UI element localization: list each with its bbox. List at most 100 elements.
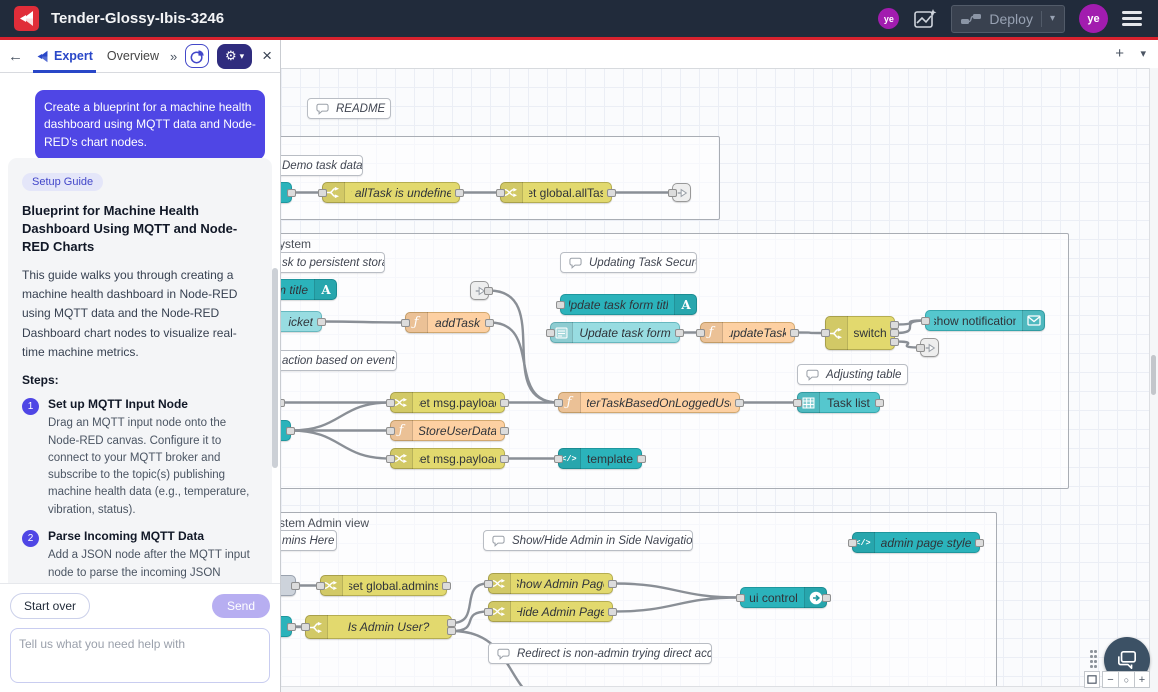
node-showadmin[interactable]: Show Admin Page bbox=[488, 573, 613, 594]
input-port[interactable] bbox=[496, 189, 505, 197]
comment-node[interactable]: README bbox=[307, 98, 391, 119]
input-port[interactable] bbox=[386, 427, 395, 435]
output-port[interactable] bbox=[484, 287, 493, 295]
input-port[interactable] bbox=[696, 329, 705, 337]
output-port[interactable] bbox=[317, 318, 326, 326]
node-switch2[interactable]: switch bbox=[825, 316, 895, 350]
input-port[interactable] bbox=[484, 580, 493, 588]
deploy-button[interactable]: Deploy ▾ bbox=[951, 5, 1065, 33]
node-isadmin[interactable]: Is Admin User? bbox=[305, 615, 452, 639]
output-port[interactable] bbox=[735, 399, 744, 407]
add-flow-icon[interactable]: + bbox=[1115, 45, 1124, 62]
canvas-vscrollbar[interactable] bbox=[1149, 68, 1158, 692]
output-port[interactable] bbox=[975, 539, 984, 547]
node-set-alltask[interactable]: set global.allTask bbox=[500, 182, 612, 203]
node-stub-g3b[interactable] bbox=[281, 616, 292, 637]
input-port[interactable] bbox=[848, 539, 857, 547]
output-port[interactable] bbox=[447, 619, 456, 627]
input-port[interactable] bbox=[916, 344, 925, 352]
node-linkout-2[interactable] bbox=[920, 338, 939, 357]
output-port[interactable] bbox=[890, 338, 899, 346]
output-port[interactable] bbox=[291, 582, 300, 590]
input-port[interactable] bbox=[668, 189, 677, 197]
send-button[interactable]: Send bbox=[212, 594, 270, 618]
input-port[interactable] bbox=[386, 399, 395, 407]
output-port[interactable] bbox=[875, 399, 884, 407]
fab-drag-handle[interactable] bbox=[1090, 650, 1098, 670]
comment-node[interactable]: Updating Task Securely bbox=[560, 252, 697, 273]
input-port[interactable] bbox=[386, 455, 395, 463]
deploy-caret-icon[interactable]: ▾ bbox=[1050, 13, 1055, 24]
comment-node[interactable]: action based on event bbox=[281, 350, 397, 371]
node-setmsg1[interactable]: set msg.payload bbox=[390, 392, 505, 413]
output-port[interactable] bbox=[455, 189, 464, 197]
input-port[interactable] bbox=[401, 319, 410, 327]
node-template[interactable]: </>template bbox=[558, 448, 642, 469]
node-updtitle[interactable]: AUpdate task form title bbox=[560, 294, 697, 315]
output-port[interactable] bbox=[608, 580, 617, 588]
output-port[interactable] bbox=[281, 399, 285, 407]
input-port[interactable] bbox=[301, 623, 310, 631]
node-stub-g1[interactable] bbox=[281, 182, 292, 203]
chat-scrollbar-thumb[interactable] bbox=[272, 268, 278, 468]
node-adminstyle[interactable]: </>admin page style bbox=[852, 532, 980, 553]
output-port[interactable] bbox=[890, 329, 899, 337]
node-linkin-1[interactable] bbox=[470, 281, 489, 300]
flow-canvas[interactable]: ystemstem Admin viewREADMEDemo task data… bbox=[281, 68, 1150, 692]
node-updform[interactable]: Update task form bbox=[550, 322, 680, 343]
output-port[interactable] bbox=[286, 427, 295, 435]
output-port[interactable] bbox=[287, 623, 296, 631]
canvas-vscrollbar-thumb[interactable] bbox=[1151, 355, 1156, 395]
output-port[interactable] bbox=[822, 594, 831, 602]
ai-flow-icon[interactable] bbox=[913, 8, 937, 30]
main-menu-icon[interactable] bbox=[1122, 11, 1142, 26]
node-storeuser[interactable]: ƒStoreUserData bbox=[390, 420, 505, 441]
node-filter[interactable]: ƒfilterTaskBasedOnLoggedUser bbox=[558, 392, 740, 413]
output-port[interactable] bbox=[607, 189, 616, 197]
output-port[interactable] bbox=[500, 427, 509, 435]
node-updatetask[interactable]: ƒupdateTask bbox=[700, 322, 795, 343]
input-port[interactable] bbox=[921, 317, 930, 325]
node-mtitle[interactable]: Am title bbox=[281, 279, 337, 300]
input-port[interactable] bbox=[793, 399, 802, 407]
flow-list-caret-icon[interactable]: ▾ bbox=[1140, 47, 1146, 60]
pie-chart-button[interactable] bbox=[185, 44, 209, 68]
input-port[interactable] bbox=[736, 594, 745, 602]
flow-group[interactable] bbox=[281, 136, 720, 220]
output-port[interactable] bbox=[500, 455, 509, 463]
comment-node[interactable]: Redirect is non-admin trying direct acce… bbox=[488, 643, 712, 664]
comment-node[interactable]: Adjusting table bbox=[797, 364, 908, 385]
output-port[interactable] bbox=[790, 329, 799, 337]
close-panel-icon[interactable]: × bbox=[262, 46, 272, 66]
output-port[interactable] bbox=[675, 329, 684, 337]
zoom-reset-button[interactable]: ○ bbox=[1118, 671, 1134, 688]
input-port[interactable] bbox=[556, 301, 565, 309]
zoom-in-button[interactable]: + bbox=[1134, 671, 1150, 688]
node-addtask[interactable]: ƒaddTask bbox=[405, 312, 490, 333]
output-port[interactable] bbox=[485, 319, 494, 327]
output-port[interactable] bbox=[500, 399, 509, 407]
output-port[interactable] bbox=[608, 608, 617, 616]
input-port[interactable] bbox=[318, 189, 327, 197]
output-port[interactable] bbox=[442, 582, 451, 590]
more-tabs-icon[interactable]: » bbox=[170, 49, 177, 64]
user-avatar[interactable]: ye bbox=[1079, 4, 1108, 33]
settings-dropdown-button[interactable]: ⚙▾ bbox=[217, 44, 252, 69]
comment-node[interactable]: Demo task data bbox=[281, 155, 363, 176]
zoom-out-button[interactable]: − bbox=[1102, 671, 1118, 688]
comment-node[interactable]: sk to persistent storage bbox=[281, 252, 385, 273]
input-port[interactable] bbox=[316, 582, 325, 590]
canvas-hscrollbar[interactable] bbox=[281, 686, 1150, 692]
start-over-button[interactable]: Start over bbox=[10, 593, 90, 619]
input-port[interactable] bbox=[546, 329, 555, 337]
comment-node[interactable]: mins Here bbox=[281, 530, 337, 551]
node-linkout-1[interactable] bbox=[672, 183, 691, 202]
back-arrow-icon[interactable]: ← bbox=[8, 48, 23, 65]
input-port[interactable] bbox=[554, 399, 563, 407]
tab-expert[interactable]: Expert bbox=[33, 40, 96, 73]
node-stub-g3a[interactable] bbox=[281, 575, 296, 596]
input-port[interactable] bbox=[484, 608, 493, 616]
comment-node[interactable]: Show/Hide Admin in Side Navigation bbox=[483, 530, 693, 551]
output-port[interactable] bbox=[637, 455, 646, 463]
help-input[interactable] bbox=[10, 628, 270, 683]
